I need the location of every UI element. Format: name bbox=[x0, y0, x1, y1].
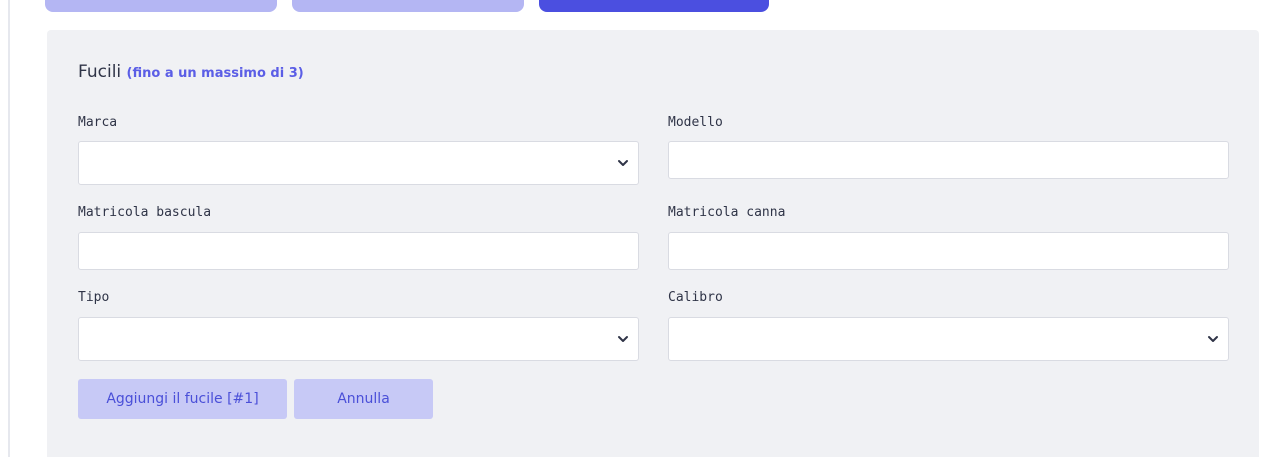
step-tab-2[interactable] bbox=[292, 0, 524, 12]
chevron-down-icon bbox=[1208, 336, 1218, 342]
chevron-down-icon bbox=[618, 336, 628, 342]
step-progress bbox=[0, 0, 1287, 14]
cancel-button[interactable]: Annulla bbox=[294, 379, 433, 419]
matricola-bascula-label: Matricola bascula bbox=[78, 205, 212, 220]
modello-label: Modello bbox=[668, 115, 723, 130]
step-tab-1[interactable] bbox=[45, 0, 277, 12]
calibro-label: Calibro bbox=[668, 290, 723, 305]
section-title: Fucili (fino a un massimo di 3) bbox=[78, 62, 304, 82]
section-title-text: Fucili bbox=[78, 62, 122, 82]
add-rifle-button[interactable]: Aggiungi il fucile [#1] bbox=[78, 379, 287, 419]
marca-label: Marca bbox=[78, 115, 118, 130]
modello-input[interactable] bbox=[668, 141, 1229, 179]
step-tab-3-active[interactable] bbox=[539, 0, 769, 12]
marca-select[interactable] bbox=[78, 141, 639, 185]
tipo-label: Tipo bbox=[78, 290, 110, 305]
rifles-form-panel: Fucili (fino a un massimo di 3) Marca Mo… bbox=[47, 30, 1259, 457]
calibro-select[interactable] bbox=[668, 317, 1229, 361]
matricola-bascula-input[interactable] bbox=[78, 232, 639, 270]
matricola-canna-label: Matricola canna bbox=[668, 205, 786, 220]
page-left-border bbox=[8, 0, 10, 457]
chevron-down-icon bbox=[618, 160, 628, 166]
section-limit-note: (fino a un massimo di 3) bbox=[126, 66, 304, 81]
tipo-select[interactable] bbox=[78, 317, 639, 361]
matricola-canna-input[interactable] bbox=[668, 232, 1229, 270]
